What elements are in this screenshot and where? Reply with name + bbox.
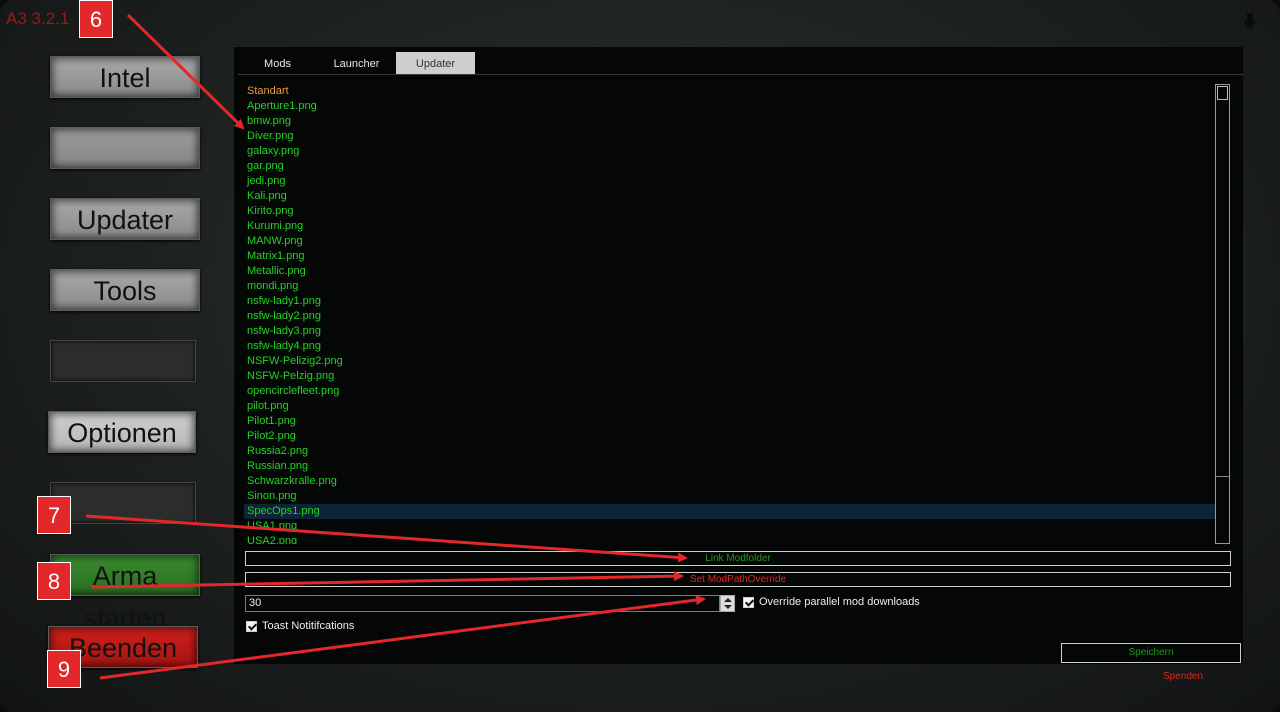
spin-up-icon[interactable]	[724, 598, 732, 602]
tab-bar: Mods Launcher Updater	[238, 52, 475, 74]
list-item[interactable]: Russian.png	[244, 459, 1216, 474]
blank-button-1[interactable]	[50, 127, 200, 169]
list-item[interactable]: jedi.png	[244, 174, 1216, 189]
optionen-button[interactable]: Optionen	[48, 411, 196, 453]
donate-link[interactable]: Spenden	[1163, 671, 1203, 682]
list-item[interactable]: Russia2.png	[244, 444, 1216, 459]
list-item[interactable]: USA2.png	[244, 534, 1216, 544]
list-item[interactable]: Metallic.png	[244, 264, 1216, 279]
override-parallel-row[interactable]: Override parallel mod downloads	[743, 596, 920, 608]
list-item[interactable]: Schwarzkralle.png	[244, 474, 1216, 489]
tab-updater[interactable]: Updater	[396, 52, 475, 74]
tools-button[interactable]: Tools	[50, 269, 200, 311]
spin-down-icon[interactable]	[724, 605, 732, 609]
list-item[interactable]: galaxy.png	[244, 144, 1216, 159]
list-item[interactable]: nsfw-lady3.png	[244, 324, 1216, 339]
list-item[interactable]: Standart	[244, 84, 1216, 99]
list-item[interactable]: Aperture1.png	[244, 99, 1216, 114]
callout-7: 7	[37, 496, 71, 534]
list-item[interactable]: Kali.png	[244, 189, 1216, 204]
list-item[interactable]: Diver.png	[244, 129, 1216, 144]
blank-button-3[interactable]	[50, 482, 196, 524]
arma-starten-button[interactable]: Arma starten	[50, 554, 200, 633]
file-list[interactable]: Standart Aperture1.png bmw.png Diver.png gal…	[244, 84, 1216, 544]
list-item[interactable]: Pilot1.png	[244, 414, 1216, 429]
list-item[interactable]: MANW.png	[244, 234, 1216, 249]
list-item[interactable]: Kirito.png	[244, 204, 1216, 219]
list-item[interactable]: Sinon.png	[244, 489, 1216, 504]
toast-notifications-checkbox[interactable]	[246, 620, 257, 632]
list-item[interactable]: nsfw-lady1.png	[244, 294, 1216, 309]
callout-6: 6	[79, 0, 113, 38]
override-parallel-checkbox[interactable]	[743, 596, 754, 608]
list-item[interactable]: pilot.png	[244, 399, 1216, 414]
list-item[interactable]: Pilot2.png	[244, 429, 1216, 444]
list-item[interactable]: USA1.png	[244, 519, 1216, 534]
tab-launcher[interactable]: Launcher	[317, 52, 396, 74]
updater-button[interactable]: Updater	[50, 198, 200, 240]
scroll-up-button[interactable]	[1217, 86, 1228, 100]
list-item[interactable]: NSFW-Pelzig.png	[244, 369, 1216, 384]
list-item[interactable]: nsfw-lady2.png	[244, 309, 1216, 324]
list-item[interactable]: Matrix1.png	[244, 249, 1216, 264]
override-parallel-label: Override parallel mod downloads	[759, 596, 920, 608]
list-item[interactable]: gar.png	[244, 159, 1216, 174]
parallel-downloads-value: 30	[249, 597, 262, 609]
parallel-downloads-spinner[interactable]	[720, 595, 735, 612]
set-modpath-override-button[interactable]: Set ModPathOverride	[245, 572, 1231, 587]
version-label: A3 3.2.1	[6, 9, 70, 28]
tab-mods[interactable]: Mods	[238, 52, 317, 74]
parallel-downloads-field[interactable]: 30	[245, 595, 735, 612]
list-item[interactable]: NSFW-Pelizig2.png	[244, 354, 1216, 369]
link-modfolder-button[interactable]: Link Modfolder	[245, 551, 1231, 566]
list-item[interactable]: opencirclefleet.png	[244, 384, 1216, 399]
intel-button[interactable]: Intel	[50, 56, 200, 98]
list-item[interactable]: SpecOps1.png	[244, 504, 1216, 519]
save-button[interactable]: Speichern	[1061, 643, 1241, 663]
main-panel: Mods Launcher Updater Standart Aperture1.…	[234, 47, 1243, 682]
list-item[interactable]: bmw.png	[244, 114, 1216, 129]
blank-button-2[interactable]	[50, 340, 196, 382]
tab-divider	[238, 74, 1243, 75]
list-item[interactable]: Kurumi.png	[244, 219, 1216, 234]
download-arrow-icon[interactable]	[1241, 12, 1259, 30]
list-scrollbar[interactable]	[1215, 84, 1230, 544]
scroll-thumb[interactable]	[1216, 476, 1229, 477]
toast-notifications-label: Toast Notitifcations	[262, 620, 355, 632]
callout-9: 9	[47, 650, 81, 688]
callout-8: 8	[37, 562, 71, 600]
toast-notifications-row[interactable]: Toast Notitifcations	[246, 620, 354, 632]
launcher-window: A3 3.2.1 Intel Updater Tools Optionen Ar…	[0, 0, 1280, 712]
list-item[interactable]: mondi.png	[244, 279, 1216, 294]
list-item[interactable]: nsfw-lady4.png	[244, 339, 1216, 354]
